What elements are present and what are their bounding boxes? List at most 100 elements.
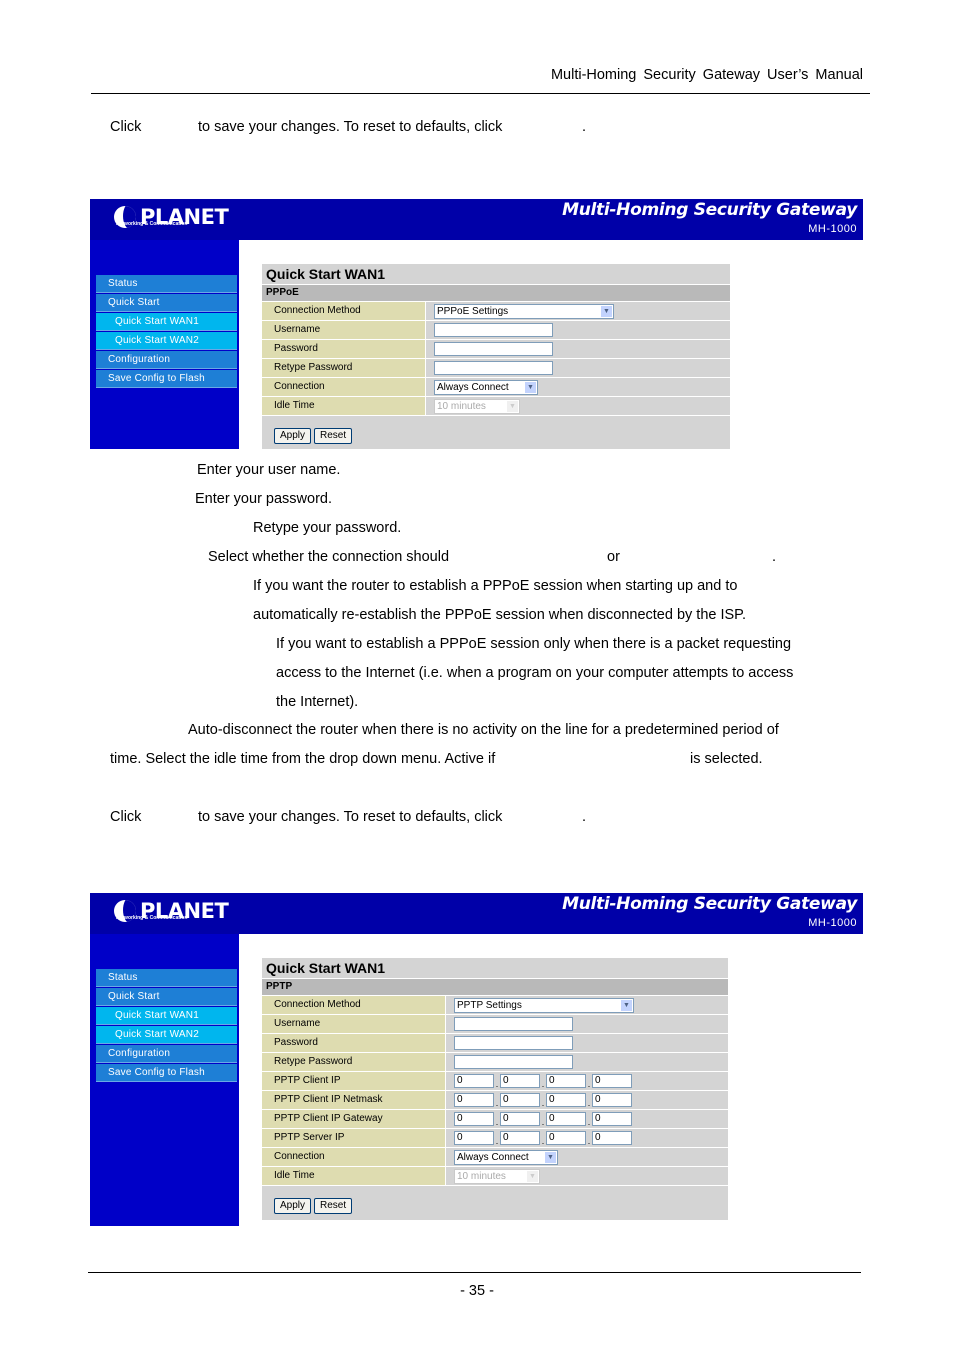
netmask-octet-3[interactable]: 0 (546, 1093, 586, 1107)
sidebar-item-quick-start[interactable]: Quick Start (96, 988, 237, 1006)
reset-button[interactable]: Reset (314, 428, 353, 444)
gateway-octet-1[interactable]: 0 (454, 1112, 494, 1126)
reset-button[interactable]: Reset (314, 1198, 353, 1214)
gateway-top-bar: PLANET Networking & Communication Multi-… (90, 199, 863, 240)
field-label: Idle Time (262, 397, 426, 415)
desc-password: Enter your password. (195, 491, 333, 507)
quick-start-panel: Quick Start WAN1 PPPoE Connection Method… (262, 264, 730, 449)
form-row-password: Password (262, 1034, 728, 1053)
client-ip-octet-1[interactable]: 0 (454, 1074, 494, 1088)
server-ip-octet-4[interactable]: 0 (592, 1131, 632, 1145)
select-value: 10 minutes (437, 400, 486, 412)
form-buttons: Apply Reset (262, 1198, 728, 1214)
form-row-client-gateway: PPTP Client IP Gateway 0. 0. 0. 0 (262, 1110, 728, 1129)
sidebar-item-quick-start-wan1[interactable]: Quick Start WAN1 (96, 1007, 237, 1025)
sidebar-item-save-config[interactable]: Save Config to Flash (96, 370, 237, 388)
client-ip-octet-2[interactable]: 0 (500, 1074, 540, 1088)
desc-retype: Retype your password. (253, 520, 402, 536)
password-input[interactable] (454, 1036, 573, 1050)
select-value: Always Connect (457, 1151, 529, 1163)
field-label: Connection (262, 378, 426, 396)
netmask-octet-4[interactable]: 0 (592, 1093, 632, 1107)
field-label: Retype Password (262, 359, 426, 377)
field-label: PPTP Client IP (262, 1072, 446, 1090)
server-ip-octet-1[interactable]: 0 (454, 1131, 494, 1145)
server-ip-octet-2[interactable]: 0 (500, 1131, 540, 1145)
connection-select[interactable]: Always Connect ▼ (434, 379, 538, 395)
idle-time-select[interactable]: 10 minutes ▼ (434, 398, 520, 414)
chevron-down-icon: ▼ (601, 305, 612, 317)
product-model: MH-1000 (808, 917, 857, 929)
sidebar-item-quick-start-wan2[interactable]: Quick Start WAN2 (96, 332, 237, 350)
chevron-down-icon: ▼ (525, 381, 536, 393)
field-label: PPTP Server IP (262, 1129, 446, 1147)
client-ip-octet-4[interactable]: 0 (592, 1074, 632, 1088)
instruction-period: . (582, 119, 587, 135)
idle-time-select[interactable]: 10 minutes ▼ (454, 1168, 540, 1184)
desc-always-connect-line2: automatically re-establish the PPPoE ses… (253, 607, 747, 623)
sidebar-nav: Status Quick Start Quick Start WAN1 Quic… (96, 275, 237, 389)
desc-on-demand-line2: access to the Internet (i.e. when a prog… (276, 665, 794, 681)
select-value: PPTP Settings (457, 999, 522, 1011)
gateway-octet-2[interactable]: 0 (500, 1112, 540, 1126)
form-row-connection-method: Connection Method PPPoE Settings ▼ (262, 302, 730, 321)
instruction-period-2: . (582, 809, 587, 825)
sidebar-item-status[interactable]: Status (96, 969, 237, 987)
field-label: Password (262, 1034, 446, 1052)
form-row-client-netmask: PPTP Client IP Netmask 0. 0. 0. 0 (262, 1091, 728, 1110)
gateway-octet-3[interactable]: 0 (546, 1112, 586, 1126)
form-row-client-ip: PPTP Client IP 0. 0. 0. 0 (262, 1072, 728, 1091)
header-rule (91, 93, 870, 94)
desc-connection-period: . (772, 549, 777, 565)
server-ip-octet-3[interactable]: 0 (546, 1131, 586, 1145)
product-model: MH-1000 (808, 223, 857, 235)
quick-start-panel: Quick Start WAN1 PPTP Connection Method … (262, 958, 728, 1220)
form-row-connection-method: Connection Method PPTP Settings ▼ (262, 996, 728, 1015)
desc-idle-line1: Auto-disconnect the router when there is… (188, 722, 779, 738)
desc-on-demand-line1: If you want to establish a PPPoE session… (276, 636, 792, 652)
sidebar-item-configuration[interactable]: Configuration (96, 351, 237, 369)
gateway-octet-4[interactable]: 0 (592, 1112, 632, 1126)
select-value: PPPoE Settings (437, 305, 509, 317)
form-row-idle-time: Idle Time 10 minutes ▼ (262, 397, 730, 416)
sidebar-item-save-config[interactable]: Save Config to Flash (96, 1064, 237, 1082)
panel-section: PPPoE (262, 285, 730, 302)
field-label: Username (262, 321, 426, 339)
gateway-screenshot-pppoe: PLANET Networking & Communication Multi-… (90, 199, 863, 449)
connection-method-select[interactable]: PPTP Settings ▼ (454, 997, 634, 1013)
select-value: Always Connect (437, 381, 509, 393)
instruction-click: Click (110, 119, 142, 135)
field-label: Password (262, 340, 426, 358)
sidebar-item-quick-start[interactable]: Quick Start (96, 294, 237, 312)
apply-button[interactable]: Apply (274, 428, 312, 444)
form-row-connection: Connection Always Connect ▼ (262, 378, 730, 397)
retype-password-input[interactable] (454, 1055, 573, 1069)
page-number: - 35 - (460, 1283, 494, 1299)
instruction-save-text: to save your changes. To reset to defaul… (198, 119, 503, 135)
instruction-save-text-2: to save your changes. To reset to defaul… (198, 809, 503, 825)
sidebar-item-configuration[interactable]: Configuration (96, 1045, 237, 1063)
field-label: PPTP Client IP Gateway (262, 1110, 446, 1128)
form-row-server-ip: PPTP Server IP 0. 0. 0. 0 (262, 1129, 728, 1148)
panel-title: Quick Start WAN1 (262, 264, 730, 285)
sidebar-item-status[interactable]: Status (96, 275, 237, 293)
client-ip-octet-3[interactable]: 0 (546, 1074, 586, 1088)
logo-subtitle: Networking & Communication (116, 915, 188, 921)
desc-connection-or: or (607, 549, 620, 565)
chevron-down-icon: ▼ (545, 1151, 556, 1163)
connection-method-select[interactable]: PPPoE Settings ▼ (434, 303, 614, 319)
netmask-octet-1[interactable]: 0 (454, 1093, 494, 1107)
desc-idle-line2: time. Select the idle time from the drop… (110, 751, 496, 767)
field-label: Connection Method (262, 996, 446, 1014)
gateway-screenshot-pptp: PLANET Networking & Communication Multi-… (90, 893, 863, 1226)
sidebar-item-quick-start-wan1[interactable]: Quick Start WAN1 (96, 313, 237, 331)
username-input[interactable] (434, 323, 553, 337)
username-input[interactable] (454, 1017, 573, 1031)
apply-button[interactable]: Apply (274, 1198, 312, 1214)
netmask-octet-2[interactable]: 0 (500, 1093, 540, 1107)
password-input[interactable] (434, 342, 553, 356)
retype-password-input[interactable] (434, 361, 553, 375)
desc-idle-line2-end: is selected. (690, 751, 763, 767)
connection-select[interactable]: Always Connect ▼ (454, 1149, 558, 1165)
sidebar-item-quick-start-wan2[interactable]: Quick Start WAN2 (96, 1026, 237, 1044)
